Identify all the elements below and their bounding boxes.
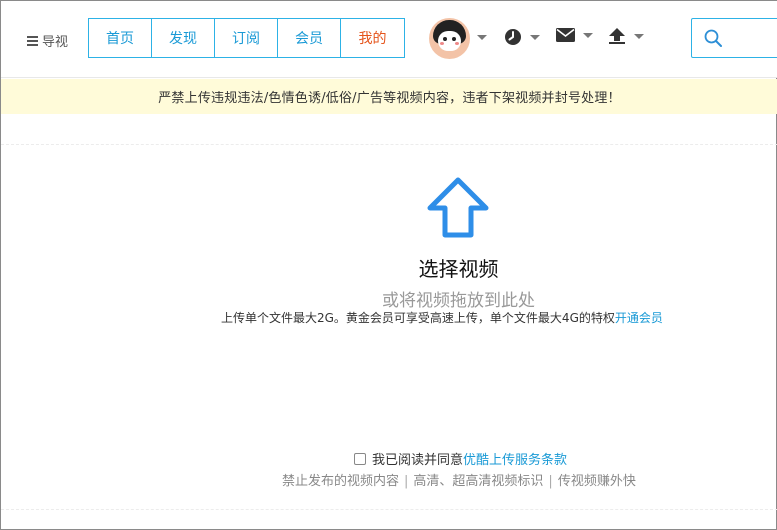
upload-arrow-icon	[609, 28, 625, 44]
tab-discover[interactable]: 发现	[152, 19, 215, 57]
notice-text: 严禁上传违规违法/色情色诱/低俗/广告等视频内容，违者下架视频并封号处理！	[158, 91, 621, 106]
separator: |	[548, 474, 553, 489]
search-icon[interactable]	[704, 29, 722, 47]
chevron-down-icon	[530, 34, 540, 40]
messages-menu[interactable]	[556, 28, 593, 42]
upload-icon[interactable]	[426, 176, 490, 240]
upload-menu[interactable]	[608, 28, 644, 44]
agreement-label: 我已阅读并同意	[372, 453, 464, 468]
tab-membership[interactable]: 会员	[278, 19, 341, 57]
upload-limit-label: 上传单个文件最大2G。黄金会员可享受高速上传，单个文件最大4G的特权	[221, 311, 615, 325]
dropzone-top-divider	[1, 144, 777, 145]
tab-mine[interactable]: 我的	[341, 19, 404, 57]
avatar[interactable]	[429, 18, 470, 59]
top-navigation-bar: 导视 首页 发现 订阅 会员 我的	[1, 1, 777, 78]
history-menu[interactable]	[504, 28, 540, 46]
tab-subscriptions[interactable]: 订阅	[215, 19, 278, 57]
chevron-down-icon	[634, 33, 644, 39]
separator: |	[404, 474, 409, 489]
mail-icon	[556, 28, 575, 42]
select-video-button[interactable]: 选择视频	[1, 253, 777, 282]
prohibited-content-link[interactable]: 禁止发布的视频内容	[282, 474, 399, 489]
chevron-down-icon	[583, 32, 593, 38]
upload-limit-text: 上传单个文件最大2G。黄金会员可享受高速上传，单个文件最大4G的特权开通会员	[221, 309, 663, 326]
terms-link[interactable]: 优酷上传服务条款	[463, 449, 567, 468]
dropzone-bottom-divider	[1, 509, 777, 510]
rules-links: 禁止发布的视频内容 | 高清、超高清视频标识 | 传视频赚外快	[282, 470, 636, 489]
guide-label: 导视	[42, 35, 69, 50]
avatar-dropdown-icon[interactable]	[477, 35, 487, 40]
drop-hint: 或将视频拖放到此处	[382, 291, 535, 311]
earn-money-link[interactable]: 传视频赚外快	[558, 474, 636, 489]
main-nav-tabs: 首页 发现 订阅 会员 我的	[88, 18, 405, 58]
agreement-row: 我已阅读并同意 优酷上传服务条款	[354, 449, 567, 468]
tab-home[interactable]: 首页	[89, 19, 152, 57]
clock-icon	[505, 29, 521, 45]
hamburger-icon	[27, 36, 38, 46]
agreement-checkbox[interactable]	[354, 452, 366, 465]
hd-video-mark-link[interactable]: 高清、超高清视频标识	[413, 474, 543, 489]
open-membership-link[interactable]: 开通会员	[615, 311, 663, 325]
policy-notice-banner: 严禁上传违规违法/色情色诱/低俗/广告等视频内容，违者下架视频并封号处理！	[1, 79, 777, 114]
guide-menu-button[interactable]: 导视	[27, 31, 68, 50]
search-input[interactable]	[691, 18, 777, 58]
